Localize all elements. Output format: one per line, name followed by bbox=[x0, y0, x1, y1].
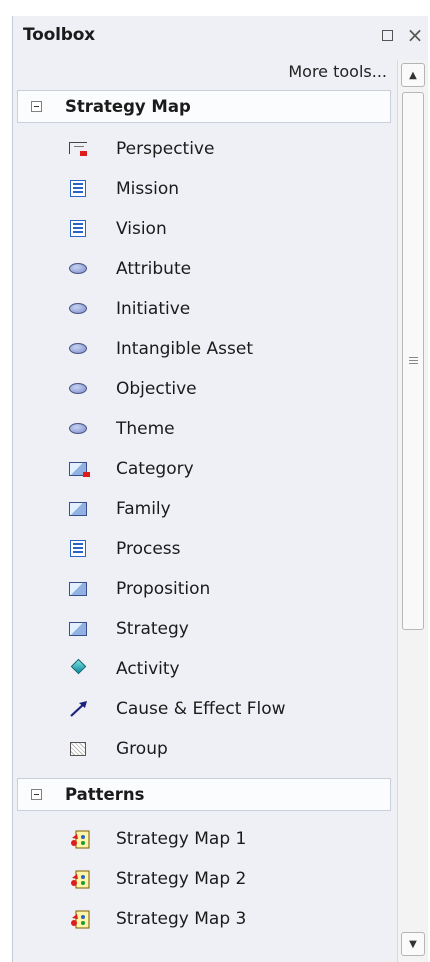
scroll-down-button[interactable]: ▼ bbox=[401, 932, 425, 956]
group-header-patterns[interactable]: Patterns bbox=[17, 778, 391, 811]
chevron-up-icon: ▲ bbox=[409, 69, 417, 81]
tool-item-mission[interactable]: Mission bbox=[13, 170, 383, 208]
pattern-icon bbox=[69, 830, 90, 849]
ellipse-icon bbox=[69, 260, 89, 278]
tool-label: Activity bbox=[116, 659, 180, 679]
tool-item-attribute[interactable]: Attribute bbox=[13, 250, 383, 288]
rectangle-icon bbox=[69, 620, 89, 638]
tool-item-objective[interactable]: Objective bbox=[13, 370, 383, 408]
tool-item-activity[interactable]: Activity bbox=[13, 650, 383, 688]
close-button[interactable]: × bbox=[404, 24, 426, 46]
pattern-icon bbox=[69, 910, 90, 929]
grip-icon bbox=[409, 357, 418, 364]
document-icon bbox=[69, 180, 89, 198]
tool-item-strategy[interactable]: Strategy bbox=[13, 610, 383, 648]
arrow-icon bbox=[69, 700, 89, 718]
tool-label: Process bbox=[116, 539, 181, 559]
tool-item-strategy-map-1[interactable]: Strategy Map 1 bbox=[13, 820, 383, 858]
scroll-up-button[interactable]: ▲ bbox=[401, 63, 425, 87]
tool-item-proposition[interactable]: Proposition bbox=[13, 570, 383, 608]
tool-label: Attribute bbox=[116, 259, 192, 279]
tool-label: Strategy bbox=[116, 619, 189, 639]
ellipse-icon bbox=[69, 340, 89, 358]
tool-label: Intangible Asset bbox=[116, 339, 254, 359]
chevron-down-icon: ▼ bbox=[409, 938, 417, 950]
toolbox-panel: Toolbox × More tools... Strategy Map Per… bbox=[12, 16, 428, 962]
category-icon bbox=[69, 460, 90, 478]
tool-label: Group bbox=[116, 739, 168, 759]
tool-item-category[interactable]: Category bbox=[13, 450, 383, 488]
tool-item-initiative[interactable]: Initiative bbox=[13, 290, 383, 328]
tool-item-process[interactable]: Process bbox=[13, 530, 383, 568]
tool-item-perspective[interactable]: Perspective bbox=[13, 130, 383, 168]
tool-label: Mission bbox=[116, 179, 180, 199]
tool-label: Vision bbox=[116, 219, 167, 239]
ellipse-icon bbox=[69, 420, 89, 438]
rectangle-icon bbox=[69, 500, 89, 518]
tool-item-strategy-map-3[interactable]: Strategy Map 3 bbox=[13, 900, 383, 938]
tool-label: Strategy Map 3 bbox=[116, 909, 247, 929]
diamond-icon bbox=[69, 658, 89, 678]
tool-label: Perspective bbox=[116, 139, 215, 159]
tool-item-vision[interactable]: Vision bbox=[13, 210, 383, 248]
document-icon bbox=[69, 220, 89, 238]
vertical-scrollbar[interactable]: ▲ ▼ bbox=[397, 60, 427, 962]
collapse-icon[interactable] bbox=[31, 101, 42, 112]
restore-button[interactable] bbox=[376, 24, 398, 46]
tool-label: Category bbox=[116, 459, 194, 479]
tool-label: Theme bbox=[116, 419, 175, 439]
ellipse-icon bbox=[69, 300, 89, 318]
collapse-icon[interactable] bbox=[31, 789, 42, 800]
rectangle-icon bbox=[69, 580, 89, 598]
tool-label: Proposition bbox=[116, 579, 211, 599]
tool-label: Cause & Effect Flow bbox=[116, 699, 286, 719]
more-tools-row: More tools... bbox=[13, 54, 395, 90]
close-icon: × bbox=[406, 23, 424, 47]
more-tools-link[interactable]: More tools... bbox=[288, 62, 387, 81]
title-bar: Toolbox × bbox=[13, 16, 428, 54]
toolbox-list: Strategy Map Perspective Mission Vision … bbox=[13, 90, 399, 962]
group-label: Strategy Map bbox=[65, 97, 191, 116]
tool-item-intangible-asset[interactable]: Intangible Asset bbox=[13, 330, 383, 368]
document-icon bbox=[69, 540, 89, 558]
tool-label: Objective bbox=[116, 379, 197, 399]
tool-label: Strategy Map 1 bbox=[116, 829, 247, 849]
tool-item-cause-effect-flow[interactable]: Cause & Effect Flow bbox=[13, 690, 383, 728]
group-header-strategy-map[interactable]: Strategy Map bbox=[17, 90, 391, 123]
scroll-thumb[interactable] bbox=[402, 92, 424, 630]
group-icon bbox=[69, 740, 89, 758]
tool-item-family[interactable]: Family bbox=[13, 490, 383, 528]
group-label: Patterns bbox=[65, 785, 145, 804]
pattern-icon bbox=[69, 870, 90, 889]
tool-item-theme[interactable]: Theme bbox=[13, 410, 383, 448]
perspective-icon bbox=[69, 140, 89, 158]
tool-label: Strategy Map 2 bbox=[116, 869, 247, 889]
tool-label: Family bbox=[116, 499, 171, 519]
ellipse-icon bbox=[69, 380, 89, 398]
panel-title: Toolbox bbox=[23, 25, 95, 45]
tool-item-strategy-map-2[interactable]: Strategy Map 2 bbox=[13, 860, 383, 898]
tool-item-group[interactable]: Group bbox=[13, 730, 383, 768]
tool-label: Initiative bbox=[116, 299, 191, 319]
restore-icon bbox=[381, 29, 393, 41]
